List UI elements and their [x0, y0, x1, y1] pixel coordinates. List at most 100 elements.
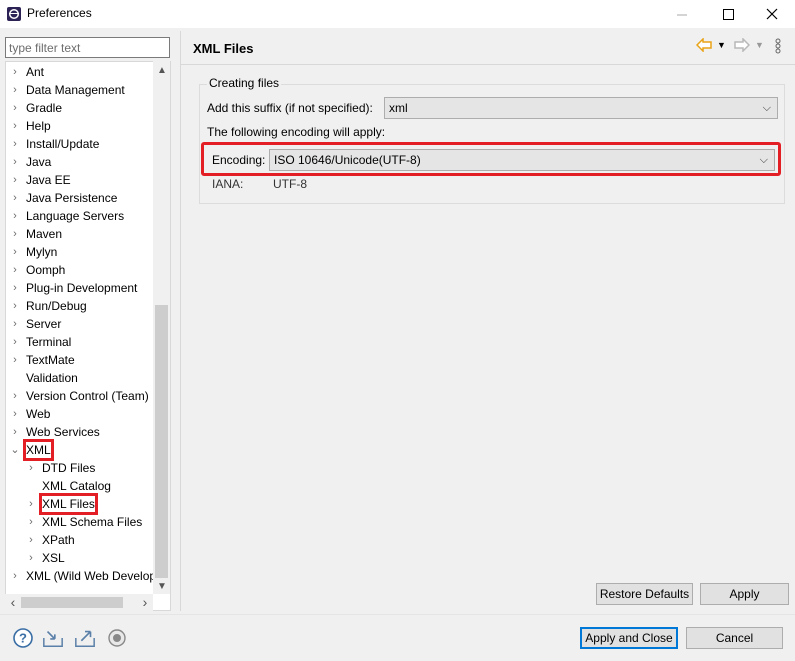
tree-item[interactable]: Validation	[6, 369, 170, 387]
tree-item[interactable]: › Oomph	[6, 261, 170, 279]
chevron-right-icon[interactable]: ›	[10, 351, 20, 369]
tree-item-label: Server	[26, 317, 62, 331]
chevron-right-icon[interactable]: ›	[10, 189, 20, 207]
chevron-right-icon[interactable]: ›	[10, 567, 20, 585]
tree-item[interactable]: › Run/Debug	[6, 297, 170, 315]
chevron-right-icon[interactable]: ›	[10, 297, 20, 315]
chevron-right-icon[interactable]: ›	[10, 279, 20, 297]
tree-vertical-scroll-thumb[interactable]	[155, 305, 168, 578]
chevron-right-icon[interactable]: ›	[10, 81, 20, 99]
scroll-down-arrow-icon[interactable]: ▼	[156, 580, 168, 592]
tree-item[interactable]: › Gradle	[6, 99, 170, 117]
tree-item[interactable]: › XPath	[6, 531, 170, 549]
suffix-label: Add this suffix (if not specified):	[207, 101, 373, 115]
tree-item-label: Plug-in Development	[26, 281, 138, 295]
tree-item-label: XPath	[42, 533, 75, 547]
tree-item[interactable]: › XML Schema Files	[6, 513, 170, 531]
chevron-right-icon[interactable]: ›	[26, 513, 36, 531]
header-separator	[181, 64, 795, 65]
chevron-right-icon[interactable]: ›	[10, 423, 20, 441]
tree-item[interactable]: › Mylyn	[6, 243, 170, 261]
chevron-right-icon[interactable]: ›	[10, 117, 20, 135]
tree-item[interactable]: › Plug-in Development	[6, 279, 170, 297]
chevron-right-icon[interactable]: ›	[10, 333, 20, 351]
tree-item-label: TextMate	[26, 353, 75, 367]
chevron-right-icon[interactable]: ›	[10, 225, 20, 243]
tree-item-label: XSL	[42, 551, 65, 565]
filter-input[interactable]	[5, 37, 170, 58]
tree-item[interactable]: › Ant	[6, 63, 170, 81]
chevron-right-icon[interactable]: ›	[10, 99, 20, 117]
chevron-right-icon[interactable]: ›	[10, 405, 20, 423]
forward-arrow-icon[interactable]	[734, 38, 750, 52]
scroll-up-arrow-icon[interactable]: ▲	[156, 64, 168, 76]
restore-defaults-button[interactable]: Restore Defaults	[596, 583, 693, 605]
chevron-right-icon[interactable]: ›	[26, 459, 36, 477]
tree-item-label: Java	[26, 155, 52, 169]
tree-item[interactable]: › Version Control (Team)	[6, 387, 170, 405]
cancel-button[interactable]: Cancel	[686, 627, 783, 649]
tree-item-label: Language Servers	[26, 209, 125, 223]
encoding-combo[interactable]: ISO 10646/Unicode(UTF-8) ⌵	[269, 149, 775, 171]
tree-item[interactable]: › Java EE	[6, 171, 170, 189]
tree-item[interactable]: › Maven	[6, 225, 170, 243]
apply-button[interactable]: Apply	[700, 583, 789, 605]
chevron-right-icon[interactable]: ›	[10, 315, 20, 333]
tree-item[interactable]: › Server	[6, 315, 170, 333]
tree-item[interactable]: › Java Persistence	[6, 189, 170, 207]
chevron-right-icon[interactable]: ›	[10, 243, 20, 261]
tree-item[interactable]: › XML Files	[6, 493, 170, 515]
chevron-right-icon[interactable]: ›	[10, 171, 20, 189]
tree-item[interactable]: › Java	[6, 153, 170, 171]
minimize-icon	[676, 14, 687, 15]
view-menu-icon[interactable]	[775, 38, 781, 54]
chevron-right-icon[interactable]: ›	[10, 135, 20, 153]
tree-item[interactable]: › Web Services	[6, 423, 170, 441]
chevron-right-icon[interactable]: ›	[26, 549, 36, 567]
tree-horizontal-scroll-thumb[interactable]	[21, 597, 123, 608]
tree-item[interactable]: › XML (Wild Web Developer)	[6, 567, 170, 585]
chevron-down-icon[interactable]: ⌄	[10, 441, 20, 459]
page-title: XML Files	[193, 41, 254, 56]
tree-item[interactable]: ⌄ XML	[6, 439, 170, 461]
tree-item[interactable]: › Data Management	[6, 81, 170, 99]
tree-item[interactable]: › Install/Update	[6, 135, 170, 153]
tree-item[interactable]: XML Catalog	[6, 477, 170, 495]
record-icon[interactable]	[106, 627, 128, 649]
suffix-value: xml	[389, 101, 408, 115]
apply-and-close-button[interactable]: Apply and Close	[580, 627, 678, 649]
minimize-button[interactable]	[659, 0, 705, 28]
tree-item-label: Install/Update	[26, 137, 100, 151]
tree-item[interactable]: › Web	[6, 405, 170, 423]
export-icon[interactable]	[74, 627, 96, 649]
maximize-button[interactable]	[705, 0, 751, 28]
pane-divider[interactable]	[180, 31, 181, 611]
suffix-combo[interactable]: xml ⌵	[384, 97, 778, 119]
tree-item[interactable]: › XSL	[6, 549, 170, 567]
scroll-right-arrow-icon[interactable]: ›	[139, 594, 151, 610]
chevron-right-icon[interactable]: ›	[26, 495, 36, 513]
chevron-right-icon[interactable]: ›	[10, 153, 20, 171]
chevron-right-icon[interactable]: ›	[10, 207, 20, 225]
forward-menu-chevron-icon[interactable]: ▼	[755, 40, 764, 50]
import-icon[interactable]	[42, 627, 64, 649]
tree-item-label: XML Schema Files	[42, 515, 143, 529]
tree-item[interactable]: › Help	[6, 117, 170, 135]
chevron-right-icon[interactable]: ›	[10, 63, 20, 81]
tree-item[interactable]: › DTD Files	[6, 459, 170, 477]
tree-item-label: Ant	[26, 65, 45, 79]
chevron-right-icon[interactable]: ›	[10, 261, 20, 279]
back-arrow-icon[interactable]	[696, 38, 712, 52]
footer-separator	[0, 614, 795, 615]
chevron-right-icon[interactable]: ›	[26, 531, 36, 549]
tree-item-label: Version Control (Team)	[26, 389, 149, 403]
tree-item[interactable]: › TextMate	[6, 351, 170, 369]
tree-item[interactable]: › Language Servers	[6, 207, 170, 225]
close-button[interactable]	[749, 0, 795, 28]
chevron-down-icon: ⌵	[762, 102, 771, 114]
back-menu-chevron-icon[interactable]: ▼	[717, 40, 726, 50]
tree-item[interactable]: › Terminal	[6, 333, 170, 351]
scroll-left-arrow-icon[interactable]: ‹	[7, 594, 19, 610]
help-icon[interactable]: ?	[12, 627, 34, 649]
chevron-right-icon[interactable]: ›	[10, 387, 20, 405]
